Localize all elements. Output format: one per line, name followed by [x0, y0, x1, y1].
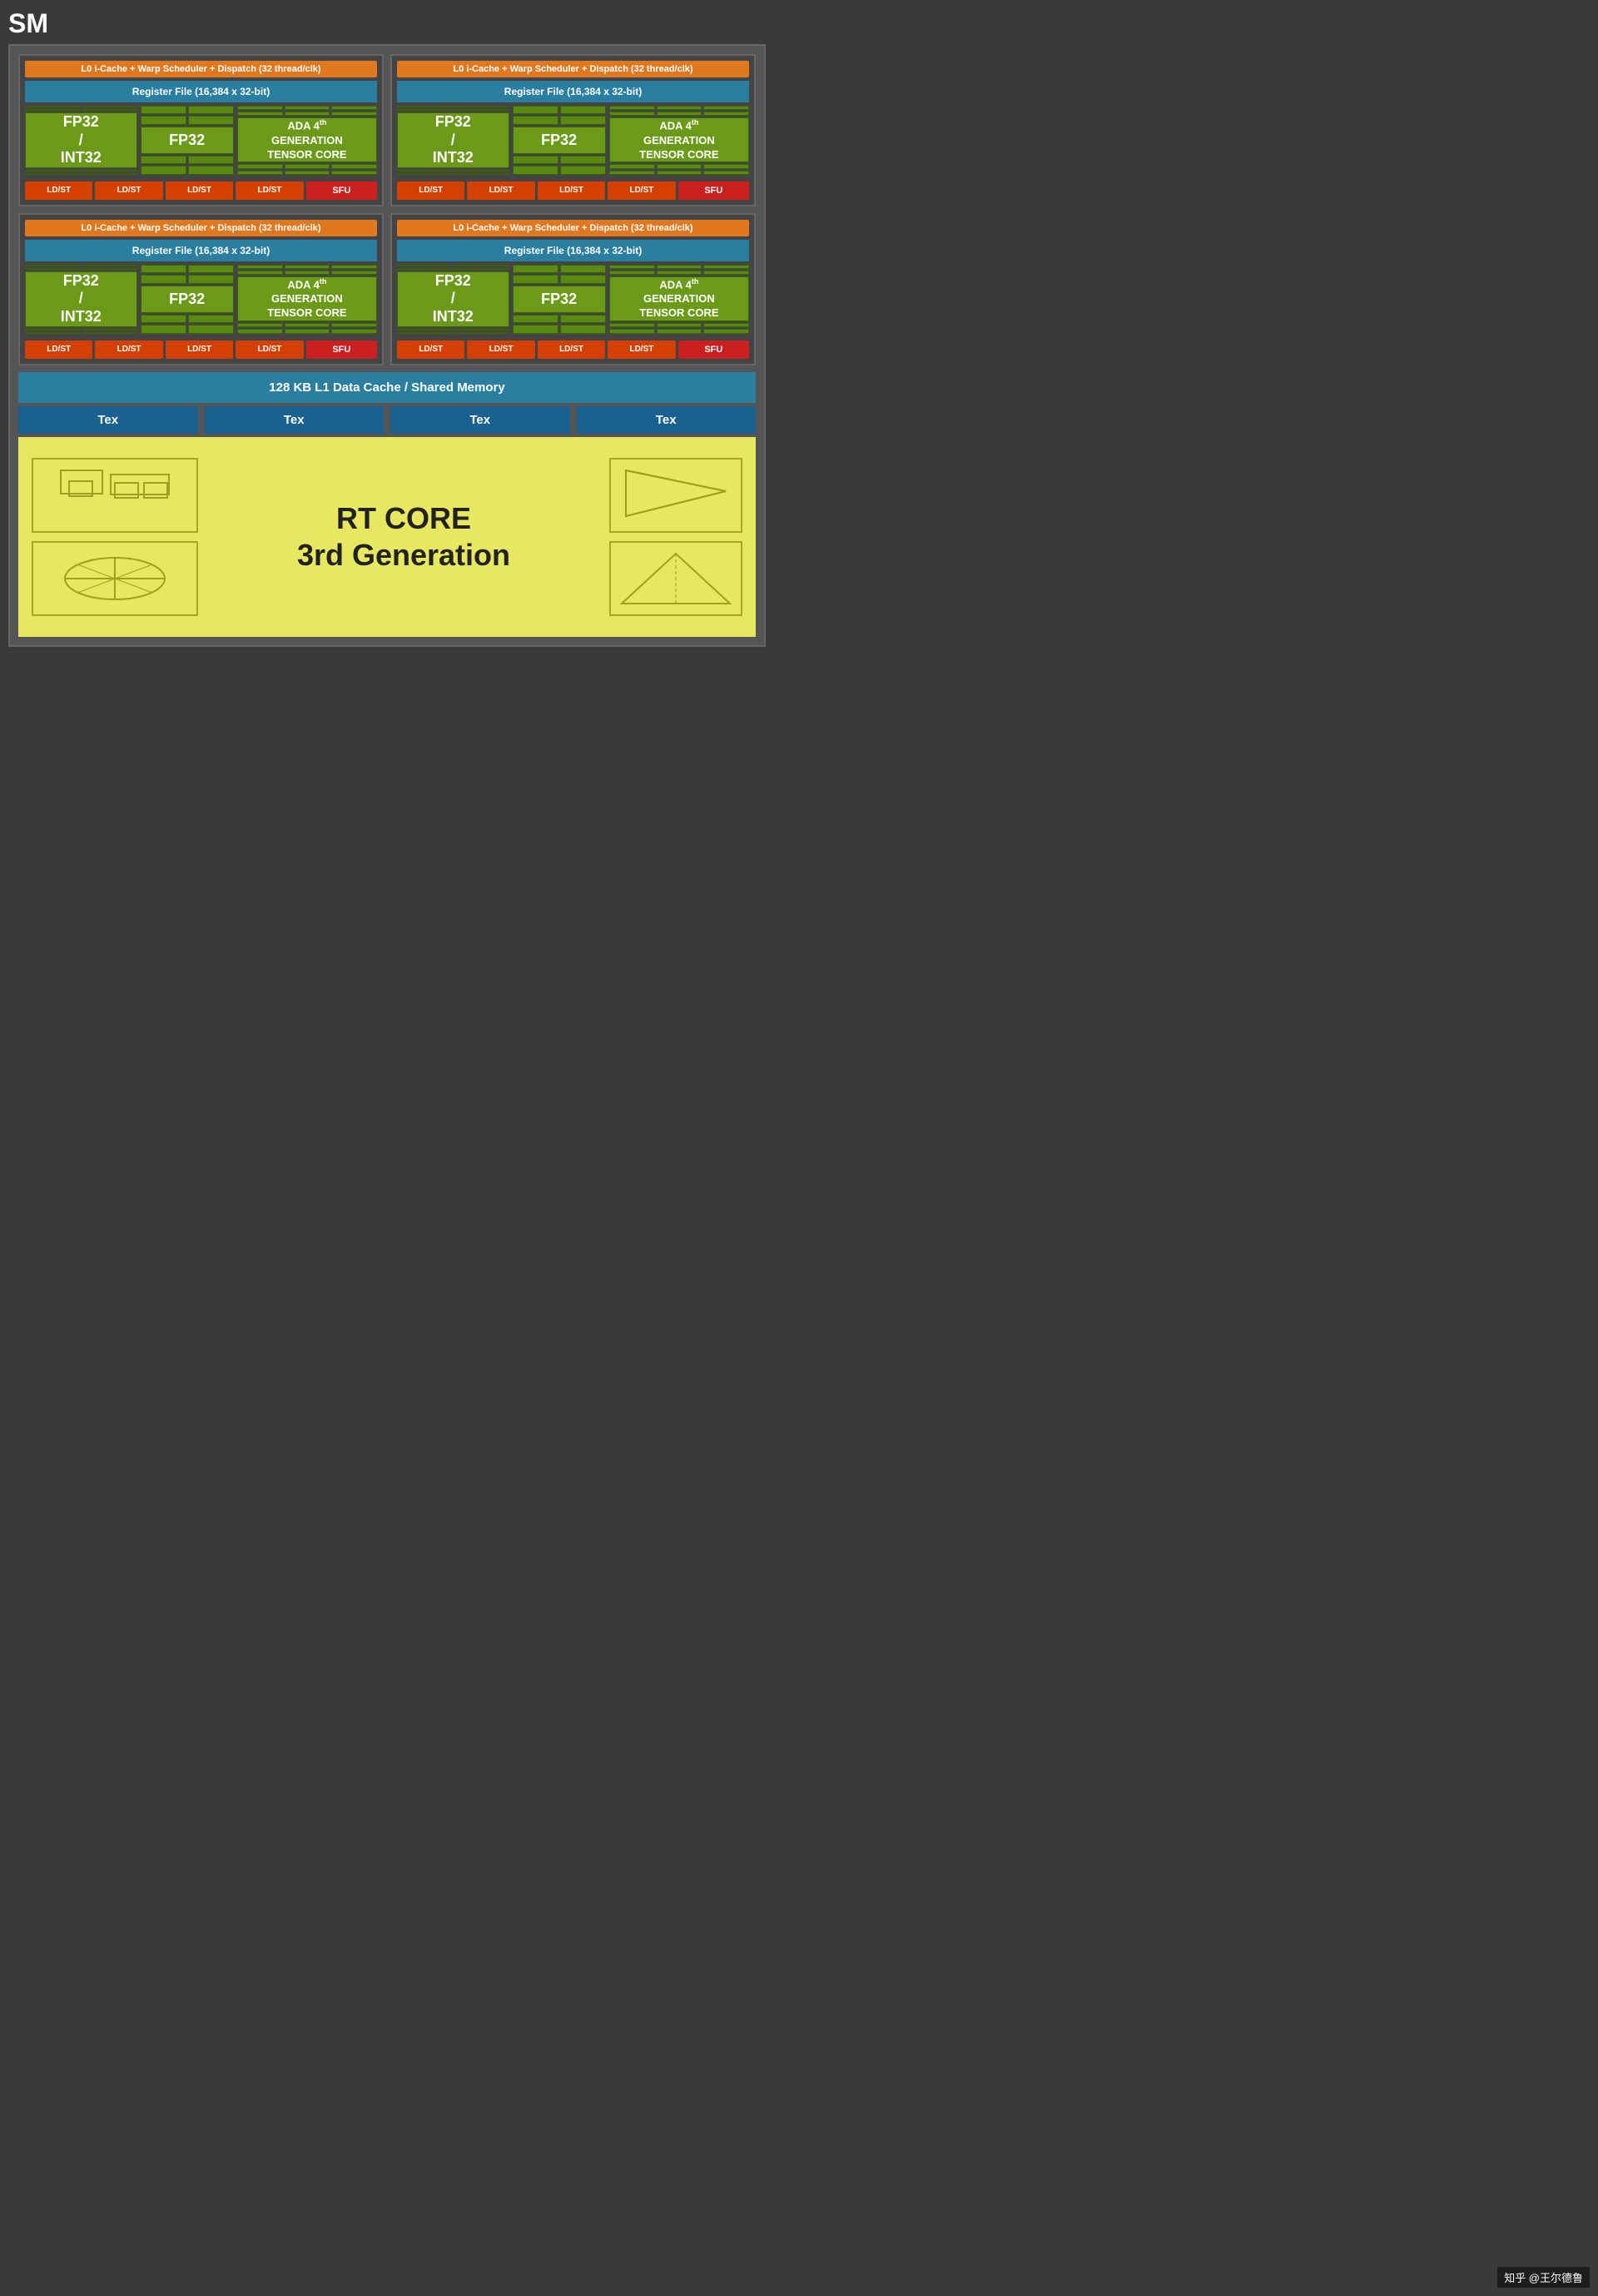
mesh-icon [52, 549, 177, 608]
ldst-1-bl: LD/ST [25, 340, 92, 359]
ldst-1-br: LD/ST [397, 340, 464, 359]
ldst-4-bl: LD/ST [236, 340, 303, 359]
compute-area-tl: FP32/INT32 FP32 [25, 106, 377, 175]
ldst-4-tr: LD/ST [608, 181, 675, 200]
tensor-label-bl: ADA 4thGENERATIONTENSOR CORE [267, 277, 346, 321]
tensor-col-tl: ADA 4thGENERATIONTENSOR CORE [237, 106, 377, 175]
ldst-1-tl: LD/ST [25, 181, 92, 200]
tensor-grid-tl: ADA 4thGENERATIONTENSOR CORE [237, 106, 377, 175]
fp32-int32-label-tr: FP32/INT32 [433, 113, 474, 167]
tensor-label-tl: ADA 4thGENERATIONTENSOR CORE [267, 118, 346, 162]
tex-1: Tex [18, 406, 198, 434]
register-file-tl: Register File (16,384 x 32-bit) [25, 81, 377, 102]
sfu-br: SFU [678, 340, 749, 359]
tex-3: Tex [390, 406, 570, 434]
watermark: 知乎 @王尔德鲁 [1497, 2267, 1590, 2288]
ldst-2-tl: LD/ST [95, 181, 162, 200]
tensor-label-br: ADA 4thGENERATIONTENSOR CORE [639, 277, 718, 321]
register-file-br: Register File (16,384 x 32-bit) [397, 240, 749, 261]
rt-icon-box-bottom-right [609, 541, 742, 616]
fp32-label-tr: FP32 [541, 132, 577, 149]
rt-icon-right [609, 458, 742, 616]
sfu-tl: SFU [306, 181, 377, 200]
top-quadrant-row: L0 i-Cache + Warp Scheduler + Dispatch (… [18, 54, 756, 206]
quadrant-top-right: L0 i-Cache + Warp Scheduler + Dispatch (… [390, 54, 756, 206]
ldst-2-tr: LD/ST [467, 181, 534, 200]
ldst-2-bl: LD/ST [95, 340, 162, 359]
triangle-icon [618, 549, 734, 608]
ldst-4-br: LD/ST [608, 340, 675, 359]
fp32-int32-label-br: FP32/INT32 [433, 272, 474, 326]
rt-core-section: RT CORE 3rd Generation [18, 437, 756, 637]
warp-scheduler-br: L0 i-Cache + Warp Scheduler + Dispatch (… [397, 220, 749, 236]
warp-scheduler-tr: L0 i-Cache + Warp Scheduler + Dispatch (… [397, 61, 749, 77]
fp32-grid-tl: FP32 [141, 106, 234, 175]
tensor-col-tr: ADA 4thGENERATIONTENSOR CORE [609, 106, 749, 175]
rt-core-text: RT CORE 3rd Generation [198, 500, 609, 572]
bottom-row-tl: LD/ST LD/ST LD/ST LD/ST SFU [25, 181, 377, 200]
ldst-3-tr: LD/ST [538, 181, 605, 200]
warp-scheduler-tl: L0 i-Cache + Warp Scheduler + Dispatch (… [25, 61, 377, 77]
ldst-3-br: LD/ST [538, 340, 605, 359]
bottom-row-tr: LD/ST LD/ST LD/ST LD/ST SFU [397, 181, 749, 200]
rt-icon-box-bottom-left [32, 541, 198, 616]
fp32-col-tr: FP32 [513, 106, 606, 175]
sfu-tr: SFU [678, 181, 749, 200]
fp32-label-br: FP32 [541, 291, 577, 308]
compute-area-bl: FP32/INT32 FP32 [25, 265, 377, 334]
register-file-bl: Register File (16,384 x 32-bit) [25, 240, 377, 261]
sm-title: SM [8, 8, 48, 39]
fp32-int32-label-bl: FP32/INT32 [61, 272, 102, 326]
quadrant-bottom-right: L0 i-Cache + Warp Scheduler + Dispatch (… [390, 213, 756, 365]
tex-row: Tex Tex Tex Tex [18, 406, 756, 434]
tex-4: Tex [577, 406, 757, 434]
bottom-row-br: LD/ST LD/ST LD/ST LD/ST SFU [397, 340, 749, 359]
compute-area-br: FP32/INT32 FP32 [397, 265, 749, 334]
l1-cache: 128 KB L1 Data Cache / Shared Memory [18, 372, 756, 403]
bottom-row-bl: LD/ST LD/ST LD/ST LD/ST SFU [25, 340, 377, 359]
register-file-tr: Register File (16,384 x 32-bit) [397, 81, 749, 102]
compute-area-tr: FP32/INT32 FP32 [397, 106, 749, 175]
fp32-int32-label-tl: FP32/INT32 [61, 113, 102, 167]
rt-icon-box-top-right [609, 458, 742, 533]
ldst-3-tl: LD/ST [166, 181, 233, 200]
fp32-int32-grid-tl: FP32/INT32 [25, 106, 137, 175]
sfu-bl: SFU [306, 340, 377, 359]
sm-container: L0 i-Cache + Warp Scheduler + Dispatch (… [8, 44, 766, 647]
tex-2: Tex [205, 406, 385, 434]
tensor-label-tr: ADA 4thGENERATIONTENSOR CORE [639, 118, 718, 162]
ldst-1-tr: LD/ST [397, 181, 464, 200]
ldst-3-bl: LD/ST [166, 340, 233, 359]
quadrant-bottom-left: L0 i-Cache + Warp Scheduler + Dispatch (… [18, 213, 384, 365]
bottom-quadrant-row: L0 i-Cache + Warp Scheduler + Dispatch (… [18, 213, 756, 365]
quadrant-top-left: L0 i-Cache + Warp Scheduler + Dispatch (… [18, 54, 384, 206]
fp32-int32-col-tl: FP32/INT32 [25, 106, 137, 175]
fp32-label-tl: FP32 [169, 132, 205, 149]
ldst-4-tl: LD/ST [236, 181, 303, 200]
warp-scheduler-bl: L0 i-Cache + Warp Scheduler + Dispatch (… [25, 220, 377, 236]
rt-core-title: RT CORE 3rd Generation [198, 500, 609, 572]
ldst-2-br: LD/ST [467, 340, 534, 359]
fp32-int32-col-tr: FP32/INT32 [397, 106, 509, 175]
fp32-label-bl: FP32 [169, 291, 205, 308]
rt-icon-left [32, 458, 198, 616]
ray-icon [618, 466, 734, 524]
rt-icon-box-top-left [32, 458, 198, 533]
bvh-icon [52, 466, 177, 524]
fp32-col-tl: FP32 [141, 106, 234, 175]
